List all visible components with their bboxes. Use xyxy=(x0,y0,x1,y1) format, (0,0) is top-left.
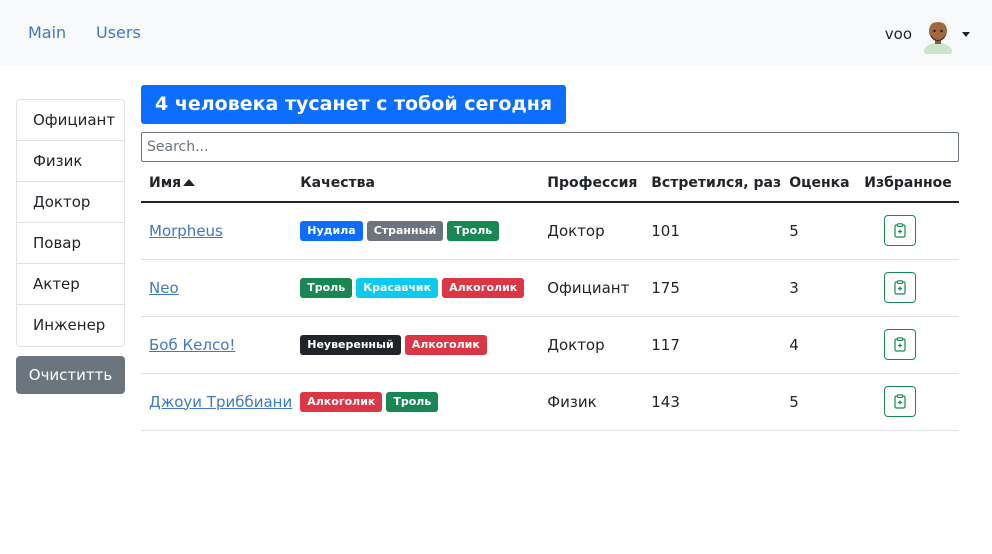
filter-item-actor[interactable]: Актер xyxy=(17,264,124,305)
header-rating[interactable]: Оценка xyxy=(781,164,857,203)
cell-name: Джоуи Триббиани xyxy=(141,373,293,431)
cell-met: 143 xyxy=(643,373,782,431)
cell-rating: 4 xyxy=(781,316,857,374)
clipboard-icon xyxy=(894,394,906,409)
cell-qualities: Неуверенный Алкоголик xyxy=(292,316,540,374)
filter-item-cook[interactable]: Повар xyxy=(17,223,124,264)
search-input[interactable] xyxy=(141,132,959,162)
header-favorite[interactable]: Избранное xyxy=(856,164,959,203)
quality-badge: Нудила xyxy=(300,221,363,242)
page-title: 4 человека тусанет с тобой сегодня xyxy=(141,85,567,124)
user-name-link[interactable]: Morpheus xyxy=(149,222,223,240)
filter-item-engineer[interactable]: Инженер xyxy=(17,305,124,346)
cell-met: 101 xyxy=(643,202,782,260)
cell-profession: Физик xyxy=(539,373,644,431)
quality-badge: Алкоголик xyxy=(404,335,487,355)
clipboard-icon xyxy=(894,337,906,352)
table-row: Джоуи Триббиани Алкоголик Троль Физик 143 5 xyxy=(141,373,959,431)
nav-link-users[interactable]: Users xyxy=(96,23,141,42)
users-table: Имя Качества Профессия Встретился, раз О… xyxy=(141,164,959,431)
table-header-row: Имя Качества Профессия Встретился, раз О… xyxy=(141,164,959,203)
table-row: Morpheus Нудила Странный Троль Доктор 101 5 xyxy=(141,202,959,260)
nav-link-main[interactable]: Main xyxy=(28,23,66,42)
quality-badge: Алкоголик xyxy=(300,392,383,412)
header-met[interactable]: Встретился, раз xyxy=(643,164,782,203)
cell-name: Neo xyxy=(141,259,293,317)
cell-favorite xyxy=(856,373,959,431)
cell-name: Morpheus xyxy=(141,202,293,260)
cell-qualities: Алкоголик Троль xyxy=(292,373,540,431)
user-name-link[interactable]: Neo xyxy=(149,279,179,297)
header-name-label: Имя xyxy=(149,174,182,191)
cell-favorite xyxy=(856,259,959,317)
profession-filter-list: Официант Физик Доктор Повар Актер Инжене… xyxy=(16,99,125,347)
filter-item-physicist[interactable]: Физик xyxy=(17,141,124,182)
table-row: Боб Келсо! Неуверенный Алкоголик Доктор 117 4 xyxy=(141,316,959,374)
quality-badge: Троль xyxy=(386,392,439,412)
cell-rating: 5 xyxy=(781,373,857,431)
username: voo xyxy=(884,25,912,43)
favorite-button[interactable] xyxy=(884,386,917,417)
header-name[interactable]: Имя xyxy=(141,164,293,203)
navbar: Main Users voo xyxy=(0,0,992,66)
user-name-link[interactable]: Боб Келсо! xyxy=(149,336,235,354)
cell-favorite xyxy=(856,202,959,260)
favorite-button[interactable] xyxy=(884,329,917,360)
clipboard-icon xyxy=(894,223,906,238)
quality-badge: Странный xyxy=(366,221,444,242)
cell-profession: Официант xyxy=(539,259,644,317)
quality-badge: Неуверенный xyxy=(300,335,401,355)
user-name-link[interactable]: Джоуи Триббиани xyxy=(149,393,292,411)
cell-qualities: Нудила Странный Троль xyxy=(292,202,540,260)
header-qualities: Качества xyxy=(292,164,540,203)
user-avatar xyxy=(924,17,952,54)
cell-rating: 3 xyxy=(781,259,857,317)
cell-met: 175 xyxy=(643,259,782,317)
filter-item-doctor[interactable]: Доктор xyxy=(17,182,124,223)
cell-profession: Доктор xyxy=(539,316,644,374)
cell-met: 117 xyxy=(643,316,782,374)
quality-badge: Алкоголик xyxy=(442,278,525,298)
quality-badge: Троль xyxy=(300,278,353,298)
favorite-button[interactable] xyxy=(884,215,917,247)
cell-rating: 5 xyxy=(781,202,857,260)
favorite-button[interactable] xyxy=(884,272,917,303)
quality-badge: Троль xyxy=(447,221,500,242)
sort-up-icon xyxy=(183,178,196,186)
clear-filter-button[interactable]: Очиститть xyxy=(16,356,125,394)
user-menu[interactable]: voo xyxy=(885,14,970,54)
caret-down-icon[interactable] xyxy=(962,31,970,37)
header-profession[interactable]: Профессия xyxy=(539,164,644,203)
quality-badge: Красавчик xyxy=(356,278,439,298)
cell-qualities: Троль Красавчик Алкоголик xyxy=(292,259,540,317)
clipboard-icon xyxy=(894,280,906,295)
sidebar: Официант Физик Доктор Повар Актер Инжене… xyxy=(16,99,125,394)
cell-name: Боб Келсо! xyxy=(141,316,293,374)
cell-favorite xyxy=(856,316,959,374)
filter-item-waiter[interactable]: Официант xyxy=(17,100,124,141)
cell-profession: Доктор xyxy=(539,202,644,260)
table-row: Neo Троль Красавчик Алкоголик Официант 175 3 xyxy=(141,259,959,317)
